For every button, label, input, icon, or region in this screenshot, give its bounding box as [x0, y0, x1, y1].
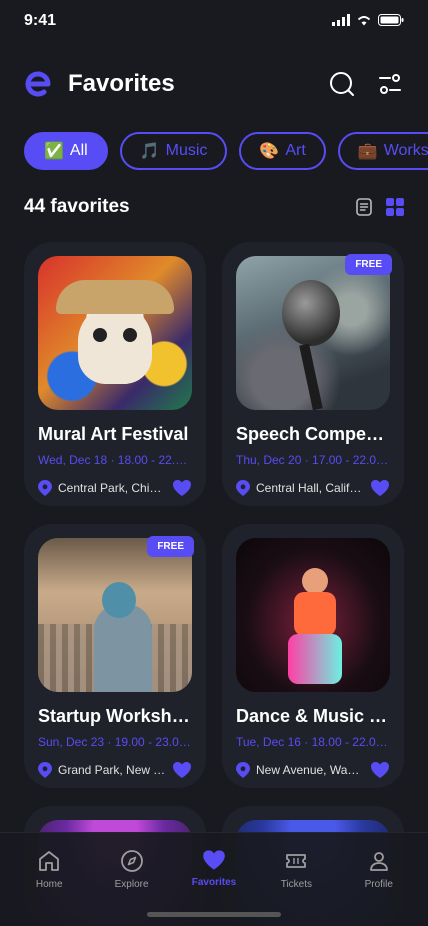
ticket-icon	[286, 854, 307, 868]
event-date: Sun, Dec 23 · 19.00 - 23.00 PM	[38, 735, 192, 749]
home-icon	[39, 851, 60, 871]
grid-view-icon[interactable]	[386, 198, 404, 216]
chip-label: Art	[285, 142, 306, 159]
home-indicator	[147, 912, 281, 917]
chip-label: All	[69, 142, 88, 159]
nav-label: Home	[35, 879, 63, 890]
briefcase-icon: 💼	[357, 143, 378, 160]
location-pin-icon	[38, 762, 52, 778]
event-date: Wed, Dec 18 · 18.00 - 22.00 PM	[38, 453, 192, 467]
event-title: Dance & Music Festival	[236, 706, 390, 726]
nav-home[interactable]: Home	[13, 833, 85, 926]
nav-label: Favorites	[191, 877, 237, 888]
chip-all[interactable]: ✅ All	[24, 132, 108, 170]
search-button[interactable]	[328, 70, 356, 98]
category-chips: ✅ All 🎵 Music 🎨 Art 💼 Workshops	[24, 132, 428, 170]
heart-icon	[203, 850, 225, 870]
event-image	[236, 256, 390, 410]
profile-icon	[369, 852, 388, 871]
app-header: Favorites	[24, 64, 404, 104]
event-title: Startup Workshop	[38, 706, 192, 726]
event-card[interactable]: FREE Startup Workshop Sun, Dec 23 · 19.0…	[24, 524, 206, 788]
event-image	[38, 538, 192, 692]
palette-icon: 🎨	[259, 143, 280, 160]
location-pin-icon	[38, 480, 52, 496]
battery-icon	[378, 14, 404, 26]
event-image	[38, 256, 192, 410]
free-badge: FREE	[345, 254, 392, 275]
nav-profile[interactable]: Profile	[343, 833, 415, 926]
event-location: Central Park, Chicago	[58, 481, 166, 495]
event-location: Grand Park, New York	[58, 763, 166, 777]
chip-label: Music	[165, 142, 208, 159]
event-location: Central Hall, California	[256, 481, 364, 495]
check-icon: ✅	[44, 143, 64, 160]
favorite-heart-icon[interactable]	[172, 479, 192, 497]
search-icon	[330, 72, 354, 96]
list-view-icon[interactable]	[356, 198, 372, 216]
event-location: New Avenue, Washington	[256, 763, 364, 777]
event-card[interactable]: Mural Art Festival Wed, Dec 18 · 18.00 -…	[24, 242, 206, 506]
nav-label: Tickets	[280, 879, 313, 890]
event-image	[236, 538, 390, 692]
event-date: Tue, Dec 16 · 18.00 - 22.00 PM	[236, 735, 390, 749]
filter-icon	[379, 74, 401, 94]
music-note-icon: 🎵	[139, 143, 160, 160]
favorites-count-row: 44 favorites	[24, 192, 404, 222]
location-pin-icon	[236, 762, 250, 778]
chip-music[interactable]: 🎵 Music	[119, 132, 228, 170]
status-icons	[332, 14, 404, 26]
favorites-count: 44 favorites	[24, 196, 130, 217]
signal-icon	[332, 14, 350, 26]
favorite-heart-icon[interactable]	[370, 761, 390, 779]
wifi-icon	[357, 16, 371, 26]
favorite-heart-icon[interactable]	[370, 479, 390, 497]
event-title: Mural Art Festival	[38, 424, 189, 444]
app-logo-icon	[25, 71, 51, 97]
favorites-grid: Mural Art Festival Wed, Dec 18 · 18.00 -…	[24, 242, 404, 926]
filter-button[interactable]	[376, 70, 404, 98]
nav-label: Explore	[114, 879, 149, 890]
chip-art[interactable]: 🎨 Art	[239, 132, 326, 170]
event-date: Thu, Dec 20 · 17.00 - 22.00 PM	[236, 453, 390, 467]
event-card[interactable]: FREE Speech Competition Thu, Dec 20 · 17…	[222, 242, 404, 506]
favorite-heart-icon[interactable]	[172, 761, 192, 779]
status-time: 9:41	[24, 12, 57, 29]
event-card[interactable]: Dance & Music Festival Tue, Dec 16 · 18.…	[222, 524, 404, 788]
free-badge: FREE	[147, 536, 194, 557]
page-title: Favorites	[68, 70, 175, 97]
status-bar: 9:41	[0, 0, 428, 44]
compass-icon	[120, 850, 143, 872]
location-pin-icon	[236, 480, 250, 496]
chip-workshops[interactable]: 💼 Workshops	[337, 132, 428, 170]
chip-label: Workshops	[383, 142, 428, 159]
event-title: Speech Competition	[236, 424, 390, 444]
nav-label: Profile	[364, 879, 393, 890]
